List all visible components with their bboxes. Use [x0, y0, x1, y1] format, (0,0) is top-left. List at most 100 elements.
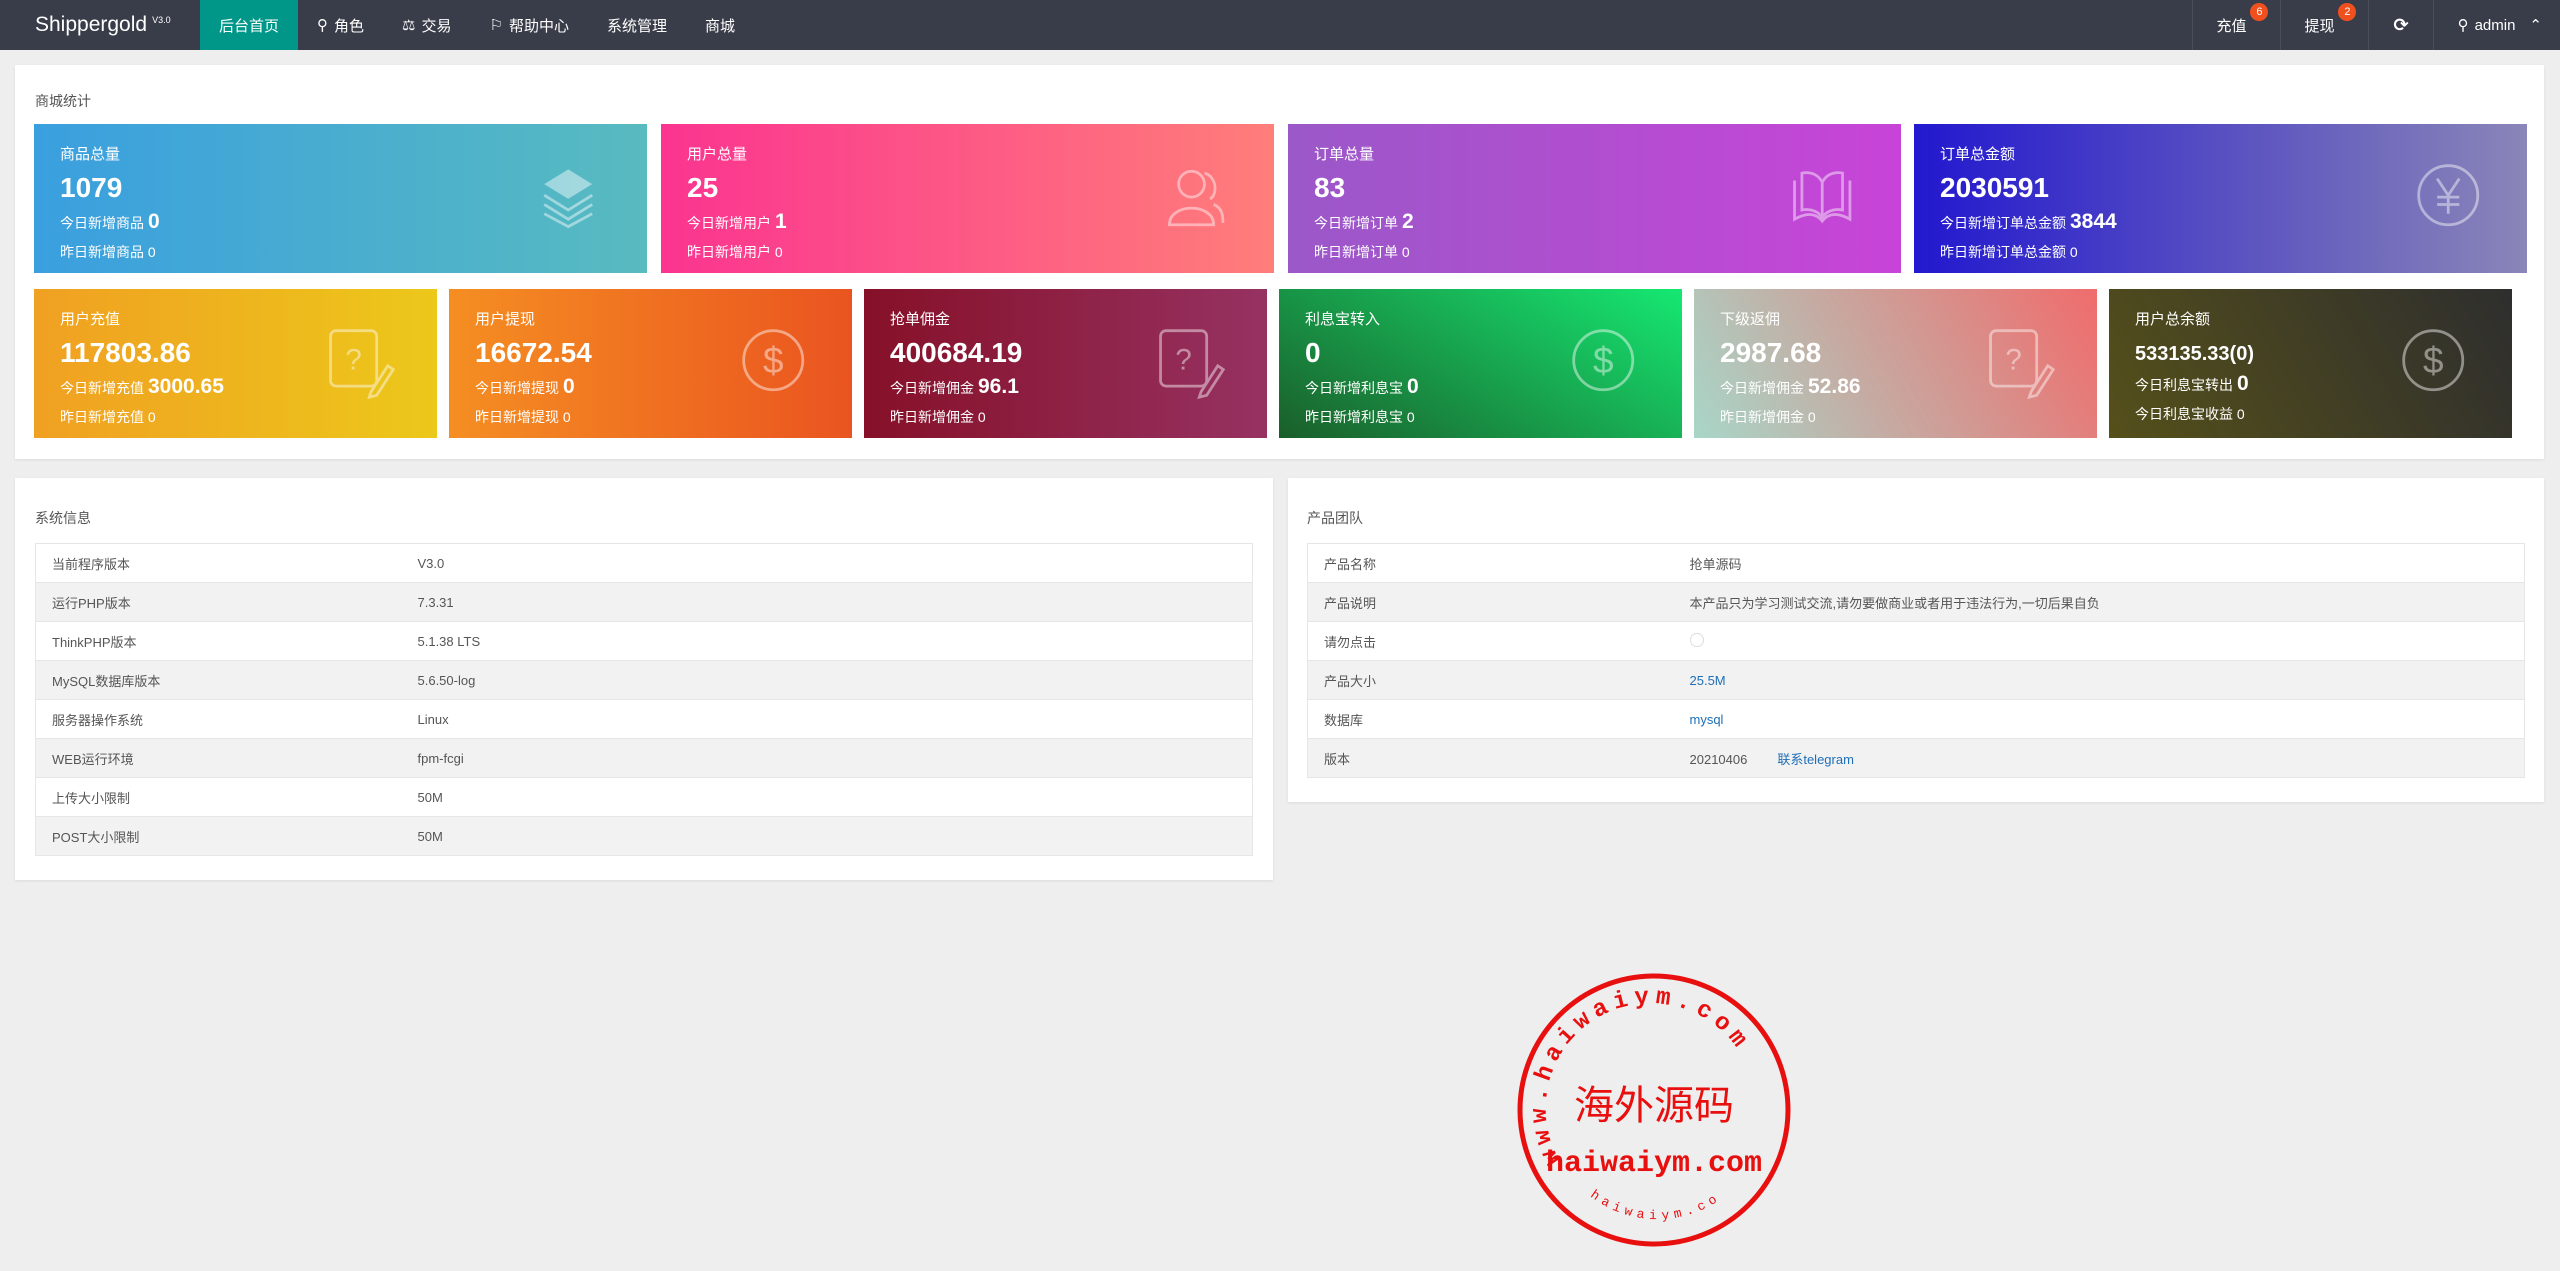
question-edit-icon: ? [1989, 329, 2056, 399]
svg-text:?: ? [1175, 343, 1191, 376]
card-yesterday: 昨日新增订单总金额 0 [1940, 242, 2501, 262]
row-label: 产品名称 [1307, 543, 1674, 583]
today-label: 今日新增佣金 [890, 380, 974, 396]
version-value: 20210406 [1689, 751, 1748, 767]
nav-label: 帮助中心 [508, 17, 569, 35]
table-row: 版本 20210406 联系telegram [1307, 738, 2525, 778]
hidden-link-icon[interactable] [1689, 632, 1704, 647]
card-title: 利息宝转入 [1305, 311, 1381, 328]
nav-trade[interactable]: ⚖ 交易 [383, 0, 470, 50]
yest-value: 0 [977, 409, 986, 425]
stat-card: 商品总量 1079 今日新增商品 0 昨日新增商品 0 [34, 124, 647, 273]
refresh-button[interactable]: ⟳ [2368, 0, 2432, 50]
withdraw-button[interactable]: 提现 2 [2280, 0, 2368, 50]
table-row: 产品名称 抢单源码 [1307, 543, 2525, 583]
nav-label: 商城 [704, 17, 735, 35]
stat-card: 用户充值 117803.86 今日新增充值 3000.65 昨日新增充值 0 ? [34, 289, 437, 438]
card-title: 订单总量 [1314, 146, 1375, 163]
today-label: 今日新增佣金 [1720, 380, 1804, 396]
row-label: 产品说明 [1307, 582, 1674, 622]
yest-label: 昨日新增商品 [60, 244, 144, 260]
row-label: 服务器操作系统 [35, 699, 402, 739]
today-label: 今日新增充值 [60, 380, 144, 396]
card-title: 下级返佣 [1720, 311, 1781, 328]
row-label: 当前程序版本 [35, 543, 402, 583]
card-title: 用户总量 [687, 146, 748, 163]
row-label: 上传大小限制 [35, 777, 402, 817]
row-label: 产品大小 [1307, 660, 1674, 700]
yest-label: 昨日新增用户 [687, 244, 771, 260]
stat-card: 抢单佣金 400684.19 今日新增佣金 96.1 昨日新增佣金 0 ? [864, 289, 1267, 438]
product-size: 25.5M [1673, 660, 2525, 700]
card-title: 抢单佣金 [890, 311, 951, 328]
yest-value: 0 [147, 409, 156, 425]
table-row: 服务器操作系统 Linux [35, 699, 1253, 739]
watermark-stamp: www.haiwaiym.com haiwaiym.com 海外源码 haiwa… [1515, 971, 1791, 1247]
today-label: 今日新增订单总金额 [1940, 215, 2066, 231]
nav-system[interactable]: 系统管理 [588, 0, 686, 50]
user-icon: ⚲ [2457, 17, 2469, 34]
nav-help[interactable]: ⚐ 帮助中心 [471, 0, 588, 50]
user-menu[interactable]: ⚲ admin ⌃ [2432, 0, 2560, 50]
table-row: 数据库 mysql [1307, 699, 2525, 739]
today-label: 今日新增提现 [475, 380, 559, 396]
database: mysql [1673, 699, 2525, 739]
table-row: MySQL数据库版本 5.6.50-log [35, 660, 1253, 700]
yest-value: 0 [1406, 409, 1415, 425]
dollar-icon: $ [1572, 329, 1635, 392]
svg-text:$: $ [1593, 340, 1614, 381]
table-row: 产品说明 本产品只为学习测试交流,请勿要做商业或者用于违法行为,一切后果自负 [1307, 582, 2525, 622]
telegram-link[interactable]: 联系telegram [1777, 752, 1854, 767]
panel-title: 产品团队 [1307, 510, 1363, 526]
svg-text:haiwaiym.com: haiwaiym.com [1546, 1147, 1762, 1181]
today-label: 今日新增订单 [1314, 215, 1398, 231]
recharge-badge: 6 [2250, 3, 2269, 21]
panel-title: 系统信息 [35, 510, 91, 526]
withdraw-badge: 2 [2338, 3, 2357, 21]
today-value: 2 [1402, 210, 1414, 233]
yest-label: 昨日新增订单总金额 [1940, 244, 2066, 260]
card-yesterday: 昨日新增利息宝 0 [1305, 407, 1656, 427]
dollar-icon: $ [2402, 329, 2465, 392]
sysinfo-panel: 系统信息 当前程序版本 V3.0 运行PHP版本 7.3.31 ThinkPHP版本 5.… [15, 478, 1273, 880]
dollar-icon: $ [742, 329, 805, 392]
row-label: ThinkPHP版本 [35, 621, 402, 661]
nav-roles[interactable]: ⚲ 角色 [298, 0, 383, 50]
today-value: 52.86 [1808, 375, 1861, 398]
recharge-button[interactable]: 充值 6 [2192, 0, 2280, 50]
card-title: 用户充值 [60, 311, 121, 328]
row-value: 抢单源码 [1673, 543, 2525, 583]
table-row: 上传大小限制 50M [35, 777, 1253, 817]
row-value: V3.0 [401, 543, 1253, 583]
team-table: 产品名称 抢单源码 产品说明 本产品只为学习测试交流,请勿要做商业或者用于违法行为,… [1307, 543, 2525, 778]
question-edit-icon: ? [1159, 329, 1226, 399]
today-value: 3000.65 [148, 375, 224, 398]
today-label: 今日新增用户 [687, 215, 771, 231]
row-value: 5.6.50-log [401, 660, 1253, 700]
brand-logo[interactable]: Shippergold V3.0 [35, 13, 200, 37]
yest-label: 今日利息宝收益 [2135, 406, 2233, 422]
stat-card: 用户总余额 533135.33(0) 今日利息宝转出 0 今日利息宝收益 0 $ [2109, 289, 2512, 438]
card-yesterday: 昨日新增佣金 0 [890, 407, 1241, 427]
table-row: 产品大小 25.5M [1307, 660, 2525, 700]
users-icon [1167, 169, 1225, 227]
card-yesterday: 昨日新增充值 0 [60, 407, 411, 427]
row-value: 本产品只为学习测试交流,请勿要做商业或者用于违法行为,一切后果自负 [1673, 582, 2525, 622]
yest-value: 0 [147, 244, 156, 260]
card-yesterday: 昨日新增用户 0 [687, 242, 1248, 262]
team-panel: 产品团队 产品名称 抢单源码 产品说明 本产品只为学习测试交流,请勿要做商业或者用于… [1288, 478, 2544, 802]
card-yesterday: 昨日新增商品 0 [60, 242, 621, 262]
stat-card: 下级返佣 2987.68 今日新增佣金 52.86 昨日新增佣金 0 ? [1694, 289, 2097, 438]
panel-title: 商城统计 [35, 93, 91, 109]
table-row: 请勿点击 [1307, 621, 2525, 661]
nav-mall[interactable]: 商城 [686, 0, 754, 50]
today-value: 96.1 [978, 375, 1019, 398]
flag-icon: ⚐ [489, 17, 503, 34]
top-navbar: Shippergold V3.0 后台首页 ⚲ 角色 ⚖ 交易 ⚐ 帮助中心 系统管理 … [0, 0, 2560, 50]
user-icon: ⚲ [317, 17, 329, 34]
row-value: 50M [401, 816, 1253, 856]
card-yesterday: 今日利息宝收益 0 [2135, 404, 2486, 424]
layers-icon [543, 169, 593, 229]
username: admin [2474, 16, 2516, 34]
nav-home[interactable]: 后台首页 [200, 0, 299, 50]
